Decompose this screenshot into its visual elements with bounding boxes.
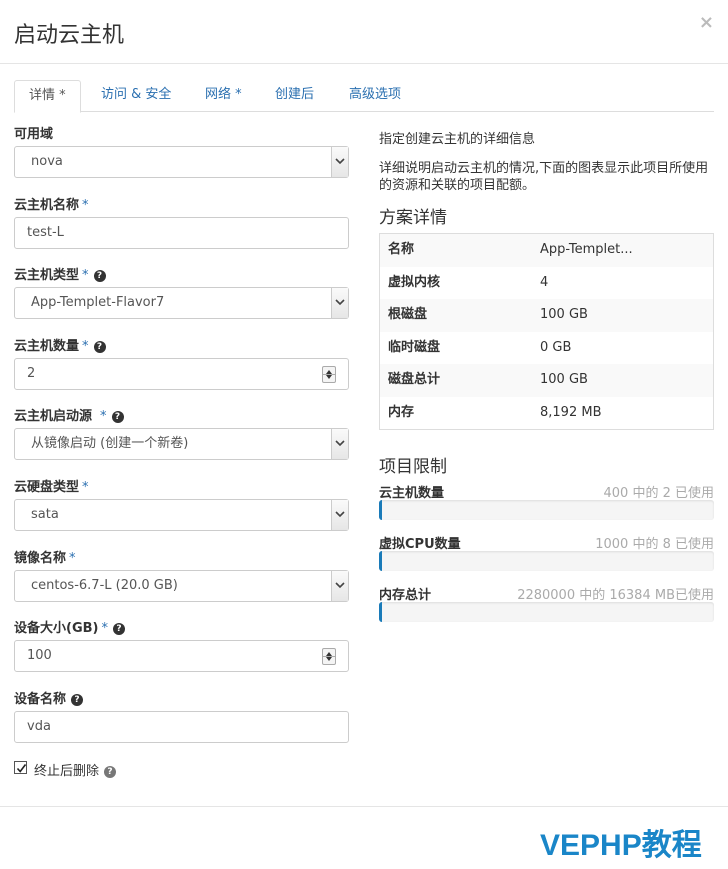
progress-bar [379,500,714,520]
volume-type-label: 云硬盘类型 * [14,480,89,495]
tab-advanced-options[interactable]: 高级选项 [335,80,415,112]
modal-title: 启动云主机 [14,23,125,48]
availability-zone-select[interactable]: nova [14,146,349,178]
instance-name-label: 云主机名称 * [14,198,89,213]
help-icon[interactable]: ? [93,341,106,353]
table-row: 临时磁盘 0 GB [388,339,572,355]
chevron-down-icon [331,500,348,530]
table-row: 根磁盘 100 GB [380,299,713,332]
delete-on-terminate-checkbox[interactable] [14,761,27,774]
flavor-details-title: 方案详情 [379,208,447,228]
delete-on-terminate-label: 终止后删除 [34,764,100,779]
tab-post-creation[interactable]: 创建后 [261,80,328,112]
tab-bar: 详情 * 访问 & 安全 网络 * 创建后 高级选项 [14,80,714,113]
device-name-label: 设备名称? [14,688,84,707]
tab-networking[interactable]: 网络 * [191,80,256,112]
boot-source-label: 云主机启动源 *? [14,405,124,424]
progress-bar [379,602,714,622]
progress-bar [379,551,714,571]
table-row: 虚拟内核 4 [388,274,549,290]
device-size-label: 设备大小(GB) *? [14,617,125,636]
tab-access-security[interactable]: 访问 & 安全 [87,80,185,112]
quota-vcpus: 虚拟CPU数量 1000 中的 8 已使用 [379,533,714,573]
info-description-line1: 详细说明启动云主机的情况,下面的图表显示此项目所使用 [379,161,709,176]
device-name-input[interactable]: vda [14,711,349,743]
number-stepper[interactable] [322,648,336,665]
close-button[interactable]: × [699,12,714,33]
chevron-down-icon [331,147,348,177]
table-row: 内存 8,192 MB [388,404,602,420]
boot-source-select[interactable]: 从镜像启动 (创建一个新卷) [14,428,349,460]
flavor-label: 云主机类型 *? [14,264,106,283]
help-icon[interactable]: ? [93,270,106,282]
table-row: 磁盘总计 100 GB [380,364,713,397]
quota-memory: 内存总计 2280000 中的 16384 MB已使用 [379,584,714,624]
image-name-select[interactable]: centos-6.7-L (20.0 GB) [14,570,349,602]
chevron-down-icon [331,571,348,601]
project-limits-title: 项目限制 [379,457,447,477]
table-row: 名称 App-Templet... [380,234,713,267]
device-size-input[interactable]: 100 [14,640,349,672]
flavor-details-table: 名称 App-Templet... 虚拟内核 4 根磁盘 100 GB 临时磁盘 0 G… [379,233,714,430]
help-icon[interactable]: ? [71,694,84,706]
instance-count-input[interactable]: 2 [14,358,349,390]
help-icon[interactable]: ? [104,766,117,778]
info-intro: 指定创建云主机的详细信息 [379,132,536,147]
availability-zone-label: 可用域 [14,127,54,142]
quota-instances: 云主机数量 400 中的 2 已使用 [379,482,714,522]
watermark-logo: VEPHP教程 [540,829,702,862]
chevron-down-icon [331,429,348,459]
help-icon[interactable]: ? [111,411,124,423]
info-description-line2: 的资源和关联的项目配额。 [379,178,536,193]
chevron-down-icon [331,288,348,318]
instance-name-input[interactable]: test-L [14,217,349,249]
modal-header: 启动云主机 × [0,0,728,64]
modal-footer-divider [0,806,728,807]
number-stepper[interactable] [322,366,336,383]
image-name-label: 镜像名称 * [14,551,76,566]
tab-details[interactable]: 详情 * [14,80,81,113]
flavor-select[interactable]: App-Templet-Flavor7 [14,287,349,319]
instance-count-label: 云主机数量 *? [14,335,106,354]
volume-type-select[interactable]: sata [14,499,349,531]
help-icon[interactable]: ? [112,623,125,635]
